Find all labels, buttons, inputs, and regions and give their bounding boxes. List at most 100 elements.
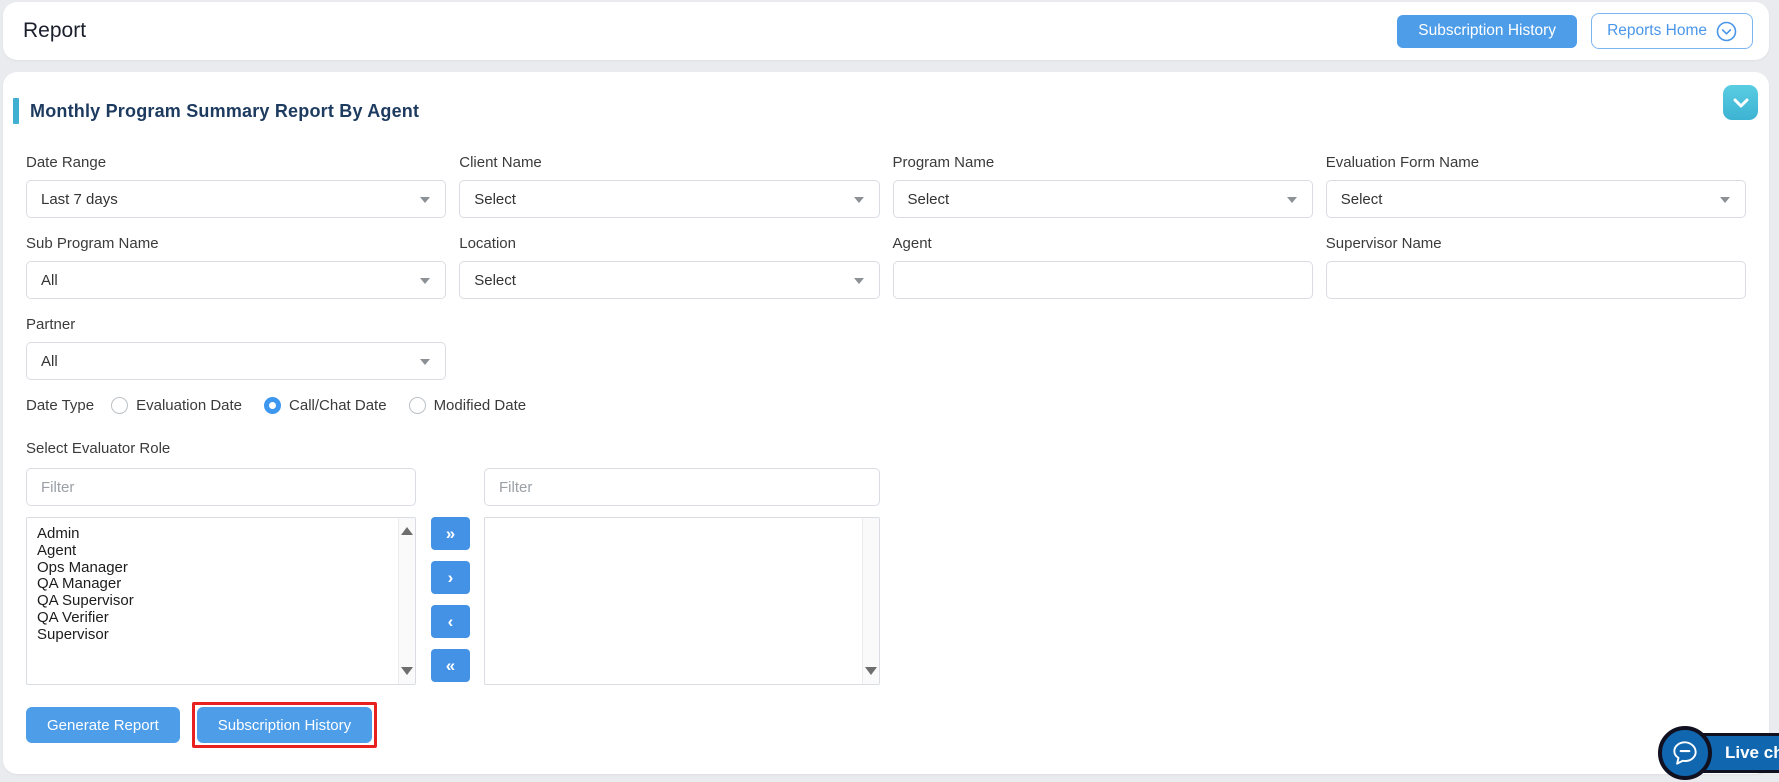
radio-call-chat-date-label: Call/Chat Date	[289, 397, 387, 414]
move-right-button[interactable]: ›	[431, 561, 470, 594]
agent-input-wrap	[892, 261, 1313, 299]
location-select[interactable]: Select	[459, 261, 880, 299]
caret-down-icon	[1286, 197, 1297, 203]
move-all-right-button[interactable]: »	[431, 517, 470, 550]
scroll-up-icon[interactable]	[401, 527, 413, 535]
list-item[interactable]: QA Supervisor	[37, 592, 389, 610]
field-partner: Partner All	[26, 316, 446, 380]
field-location: Location Select	[459, 235, 880, 299]
date-range-label: Date Range	[26, 154, 107, 171]
field-program-name: Program Name Select	[892, 154, 1313, 218]
evaluation-form-name-value: Select	[1340, 190, 1383, 208]
selected-roles-listbox[interactable]	[484, 517, 880, 685]
agent-label: Agent	[892, 235, 932, 252]
client-name-select[interactable]: Select	[459, 180, 880, 218]
available-roles-listbox[interactable]: Admin Agent Ops Manager QA Manager QA Su…	[26, 517, 416, 685]
top-header-bar: Report Subscription History Reports Home	[3, 2, 1769, 60]
evaluation-form-name-select[interactable]: Select	[1325, 180, 1746, 218]
report-title: Monthly Program Summary Report By Agent	[30, 100, 420, 121]
partner-value: All	[41, 352, 58, 370]
list-item[interactable]: QA Manager	[37, 576, 389, 593]
field-agent: Agent	[892, 235, 1313, 299]
page-title: Report	[23, 19, 87, 42]
list-item[interactable]: QA Verifier	[37, 609, 389, 627]
sub-program-name-label: Sub Program Name	[26, 235, 159, 252]
field-sub-program-name: Sub Program Name All	[26, 235, 447, 299]
selected-roles-filter-input[interactable]	[484, 468, 880, 506]
date-type-label: Date Type	[26, 397, 95, 414]
available-roles-panel: Admin Agent Ops Manager QA Manager QA Su…	[26, 468, 416, 685]
program-name-value: Select	[907, 190, 950, 208]
collapse-panel-button[interactable]	[1723, 85, 1758, 120]
sub-program-name-value: All	[41, 271, 58, 289]
evaluation-form-name-label: Evaluation Form Name	[1325, 154, 1480, 171]
caret-down-icon	[420, 359, 430, 365]
radio-modified-date-label: Modified Date	[433, 397, 527, 414]
list-item[interactable]: Ops Manager	[37, 559, 389, 577]
radio-evaluation-date[interactable]: Evaluation Date	[111, 397, 242, 414]
chevron-down-circle-icon	[1716, 21, 1737, 42]
subscription-history-button[interactable]: Subscription History	[196, 707, 373, 743]
panel-header: Monthly Program Summary Report By Agent	[3, 72, 1769, 124]
list-item[interactable]: Agent	[37, 542, 389, 560]
client-name-label: Client Name	[459, 154, 542, 171]
report-panel: Monthly Program Summary Report By Agent …	[3, 72, 1769, 774]
program-name-label: Program Name	[892, 154, 995, 171]
reports-home-button[interactable]: Reports Home	[1591, 13, 1753, 49]
caret-down-icon	[853, 278, 864, 284]
field-date-range: Date Range Last 7 days	[26, 154, 447, 218]
generate-report-button[interactable]: Generate Report	[26, 707, 180, 743]
highlight-red-box: Subscription History	[191, 702, 378, 748]
location-value: Select	[474, 271, 516, 289]
scroll-down-icon[interactable]	[401, 667, 413, 675]
radio-evaluation-date-label: Evaluation Date	[136, 397, 243, 414]
date-range-select[interactable]: Last 7 days	[26, 180, 447, 218]
radio-circle-icon	[408, 397, 426, 414]
program-name-select[interactable]: Select	[892, 180, 1313, 218]
transfer-buttons: » › ‹ «	[431, 517, 470, 682]
live-chat-widget[interactable]: Live chat	[1658, 726, 1779, 780]
selected-roles-panel	[484, 468, 880, 685]
field-supervisor-name: Supervisor Name	[1325, 235, 1746, 299]
supervisor-name-input-wrap	[1325, 261, 1746, 299]
caret-down-icon	[853, 197, 864, 203]
supervisor-name-input[interactable]	[1340, 262, 1731, 298]
available-roles-filter-input[interactable]	[26, 468, 416, 506]
radio-modified-date[interactable]: Modified Date	[408, 397, 527, 414]
chevron-down-icon	[1733, 98, 1749, 108]
list-item[interactable]: Admin	[37, 525, 389, 543]
filter-grid: Date Range Last 7 days Client Name Selec…	[26, 154, 1746, 316]
chat-bubble-icon[interactable]	[1658, 726, 1712, 780]
live-chat-label: Live chat	[1725, 743, 1779, 762]
date-range-value: Last 7 days	[41, 190, 118, 208]
field-evaluation-form-name: Evaluation Form Name Select	[1325, 154, 1746, 218]
scrollbar[interactable]	[398, 518, 415, 684]
title-accent-bar	[13, 98, 19, 124]
evaluator-role-label: Select Evaluator Role	[26, 440, 171, 457]
reports-home-label: Reports Home	[1607, 22, 1707, 39]
caret-down-icon	[420, 197, 431, 203]
scroll-down-icon[interactable]	[865, 667, 877, 675]
radio-circle-icon	[111, 397, 129, 414]
partner-label: Partner	[26, 316, 76, 333]
client-name-value: Select	[474, 190, 516, 208]
subscription-history-header-button[interactable]: Subscription History	[1397, 14, 1578, 48]
move-all-left-button[interactable]: «	[431, 649, 470, 682]
agent-input[interactable]	[907, 262, 1298, 298]
header-actions: Subscription History Reports Home	[1397, 13, 1753, 49]
actions-row: Generate Report Subscription History	[26, 702, 1746, 748]
sub-program-name-select[interactable]: All	[26, 261, 447, 299]
list-item[interactable]: Supervisor	[37, 626, 389, 644]
filter-form: Date Range Last 7 days Client Name Selec…	[3, 124, 1769, 748]
move-left-button[interactable]: ‹	[431, 605, 470, 638]
scrollbar[interactable]	[862, 518, 879, 684]
supervisor-name-label: Supervisor Name	[1325, 235, 1442, 252]
field-client-name: Client Name Select	[459, 154, 880, 218]
radio-call-chat-date[interactable]: Call/Chat Date	[264, 397, 387, 414]
radio-circle-checked-icon	[264, 397, 282, 414]
date-type-row: Date Type Evaluation Date Call/Chat Date…	[26, 397, 1746, 414]
evaluator-role-duallist: Admin Agent Ops Manager QA Manager QA Su…	[26, 468, 1746, 685]
partner-select[interactable]: All	[26, 342, 446, 380]
caret-down-icon	[1720, 197, 1730, 203]
caret-down-icon	[420, 278, 431, 284]
